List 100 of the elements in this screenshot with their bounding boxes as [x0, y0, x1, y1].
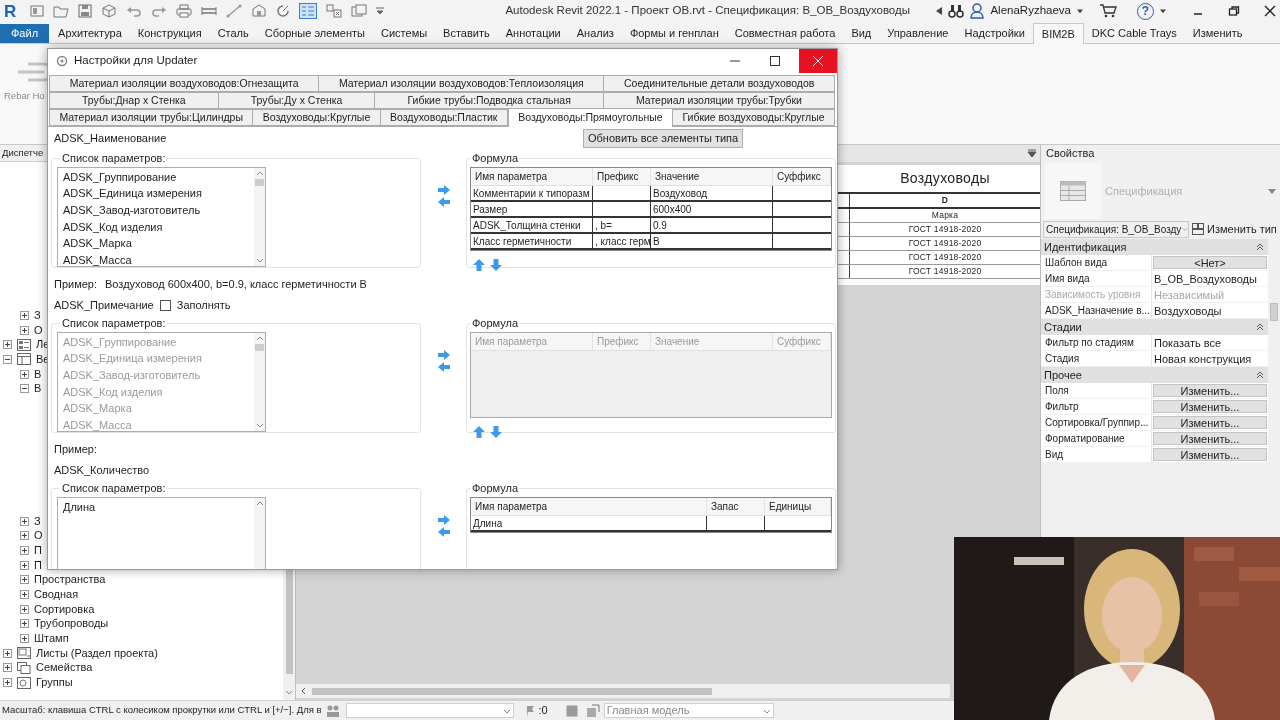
collapse-icon[interactable]: [1256, 243, 1264, 251]
scroll-up-icon[interactable]: [255, 499, 264, 508]
list-item[interactable]: ADSK_Завод-изготовитель: [63, 201, 254, 219]
column-header[interactable]: Суффикс: [773, 167, 831, 185]
ribbon-tab[interactable]: DKC Cable Trays: [1083, 24, 1185, 43]
tree-item[interactable]: Пространства: [34, 574, 106, 586]
measure-icon[interactable]: [226, 4, 242, 18]
tool-label[interactable]: Rebar Ho: [4, 89, 45, 104]
ribbon-tab[interactable]: Надстройки: [956, 24, 1033, 43]
column-header[interactable]: Единицы: [765, 497, 831, 515]
tree-item[interactable]: Группы: [36, 677, 73, 689]
property-button[interactable]: Изменить...: [1153, 384, 1267, 397]
ribbon-tab[interactable]: Системы: [373, 24, 436, 43]
house-icon[interactable]: [251, 4, 267, 18]
property-value[interactable]: Новая конструкция: [1152, 351, 1268, 366]
list-item[interactable]: ADSK_Единица измерения: [63, 185, 254, 202]
edit-type-button[interactable]: Изменить тип: [1192, 220, 1277, 238]
list-item[interactable]: ADSK_Масса: [63, 252, 254, 269]
tree-item[interactable]: Штамп: [34, 633, 69, 645]
ribbon-tab[interactable]: Формы и генплан: [621, 24, 727, 43]
ribbon-tab[interactable]: Управление: [879, 24, 957, 43]
ribbon-tab[interactable]: Файл: [0, 24, 50, 43]
scroll-thumb[interactable]: [255, 178, 264, 186]
dialog-tab[interactable]: Трубы:Ду х Стенка: [217, 92, 376, 109]
restore-icon[interactable]: [1228, 5, 1240, 17]
scrollbar[interactable]: [296, 684, 950, 698]
property-button[interactable]: Изменить...: [1153, 400, 1267, 413]
ribbon-tab[interactable]: Сборные элементы: [256, 24, 373, 43]
collapse-icon[interactable]: [1256, 323, 1264, 331]
property-button[interactable]: <Нет>: [1153, 256, 1267, 269]
dialog-tab[interactable]: Воздуховоды:Круглые: [252, 109, 381, 126]
scroll-down-icon[interactable]: [285, 688, 293, 696]
column-header[interactable]: Имя параметра: [471, 497, 707, 515]
property-value[interactable]: В_ОВ_Воздуховоды: [1152, 271, 1268, 286]
expand-icon[interactable]: [20, 531, 29, 541]
tree-item[interactable]: Сводная: [34, 589, 79, 600]
expand-icon[interactable]: [20, 590, 29, 599]
maximize-icon[interactable]: [770, 56, 780, 66]
expand-icon[interactable]: [3, 648, 12, 658]
tree-item[interactable]: В: [34, 383, 42, 395]
right-arrow-icon[interactable]: [437, 515, 450, 525]
worksets-icon[interactable]: [325, 703, 340, 718]
right-arrow-icon[interactable]: [437, 185, 450, 195]
expand-icon[interactable]: [3, 340, 12, 350]
binoculars-icon[interactable]: [948, 4, 965, 18]
panel-menu-icon[interactable]: [1027, 148, 1037, 159]
column-header[interactable]: Запас: [707, 497, 765, 515]
property-value[interactable]: Показать все: [1152, 335, 1268, 350]
print-icon[interactable]: [176, 4, 192, 18]
thin-lines-icon[interactable]: [299, 3, 317, 19]
filter-icon[interactable]: [565, 704, 578, 717]
property-button[interactable]: Изменить...: [1153, 432, 1267, 445]
scroll-left-icon[interactable]: [300, 687, 308, 695]
up-arrow-icon[interactable]: [473, 425, 485, 438]
collapse-icon[interactable]: [1256, 371, 1264, 379]
expand-icon[interactable]: [20, 560, 29, 570]
cube-icon[interactable]: [101, 4, 117, 18]
close-button[interactable]: [799, 49, 837, 73]
folder-icon[interactable]: [53, 4, 69, 18]
column-header[interactable]: Префикс: [593, 167, 651, 185]
caret-icon[interactable]: [1160, 8, 1166, 14]
editable-icon[interactable]: [585, 703, 600, 718]
ribbon-tab[interactable]: Анализ: [568, 24, 622, 43]
list-item[interactable]: ADSK_Марка: [63, 235, 254, 252]
caret-icon[interactable]: [1077, 8, 1083, 14]
app-logo[interactable]: R: [0, 2, 22, 20]
model-dropdown[interactable]: Главная модель: [603, 703, 774, 718]
expand-icon[interactable]: [3, 663, 12, 673]
expand-icon[interactable]: [20, 545, 29, 555]
switch-windows-icon[interactable]: [351, 4, 367, 18]
view-dropdown[interactable]: Спецификация: В_ОВ_Возду: [1043, 220, 1189, 238]
parameter-list[interactable]: ADSK_Группирование ADSK_Единица измерения ADSK_Завод-изготовитель ADSK_Код изделия ADSK_Марка ADSK_Масса: [57, 166, 266, 267]
right-arrow-icon[interactable]: [437, 350, 450, 360]
dialog-tab[interactable]: Трубы:Днар х Стенка: [49, 92, 219, 109]
tree-item[interactable]: З: [34, 309, 41, 321]
column-header[interactable]: Значение: [651, 167, 773, 185]
ribbon-tab[interactable]: Конструкция: [129, 24, 210, 43]
ribbon-tab[interactable]: BIM2B: [1032, 23, 1084, 44]
ribbon-tab[interactable]: Аннотации: [497, 24, 569, 43]
expand-icon[interactable]: [20, 369, 29, 379]
tree-item[interactable]: З: [34, 515, 41, 527]
ribbon-tab[interactable]: Сталь: [209, 24, 257, 43]
save-icon[interactable]: [78, 4, 92, 18]
scrollbar[interactable]: [254, 497, 265, 569]
up-arrow-icon[interactable]: [473, 258, 485, 271]
collapse-icon[interactable]: [20, 384, 29, 394]
dimension-icon[interactable]: [201, 4, 217, 18]
down-arrow-icon[interactable]: [490, 258, 502, 271]
expand-icon[interactable]: [20, 310, 29, 320]
dialog-tab[interactable]: Гибкие трубы:Подводка стальная: [374, 92, 604, 109]
expand-icon[interactable]: [20, 604, 29, 614]
cart-icon[interactable]: [1099, 4, 1117, 18]
dialog-tab[interactable]: Материал изоляции воздуховодов:Огнезащита: [49, 75, 320, 92]
ribbon-tab[interactable]: Архитектура: [50, 24, 130, 43]
tree-item[interactable]: Сортировка: [34, 603, 95, 615]
down-arrow-icon[interactable]: [490, 425, 502, 438]
tree-item[interactable]: Трубопроводы: [34, 618, 109, 630]
tree-item[interactable]: В: [34, 368, 42, 380]
redo-icon[interactable]: [151, 4, 167, 18]
dialog-tab[interactable]: Материал изоляции воздуховодов:Теплоизоляция: [318, 75, 605, 92]
